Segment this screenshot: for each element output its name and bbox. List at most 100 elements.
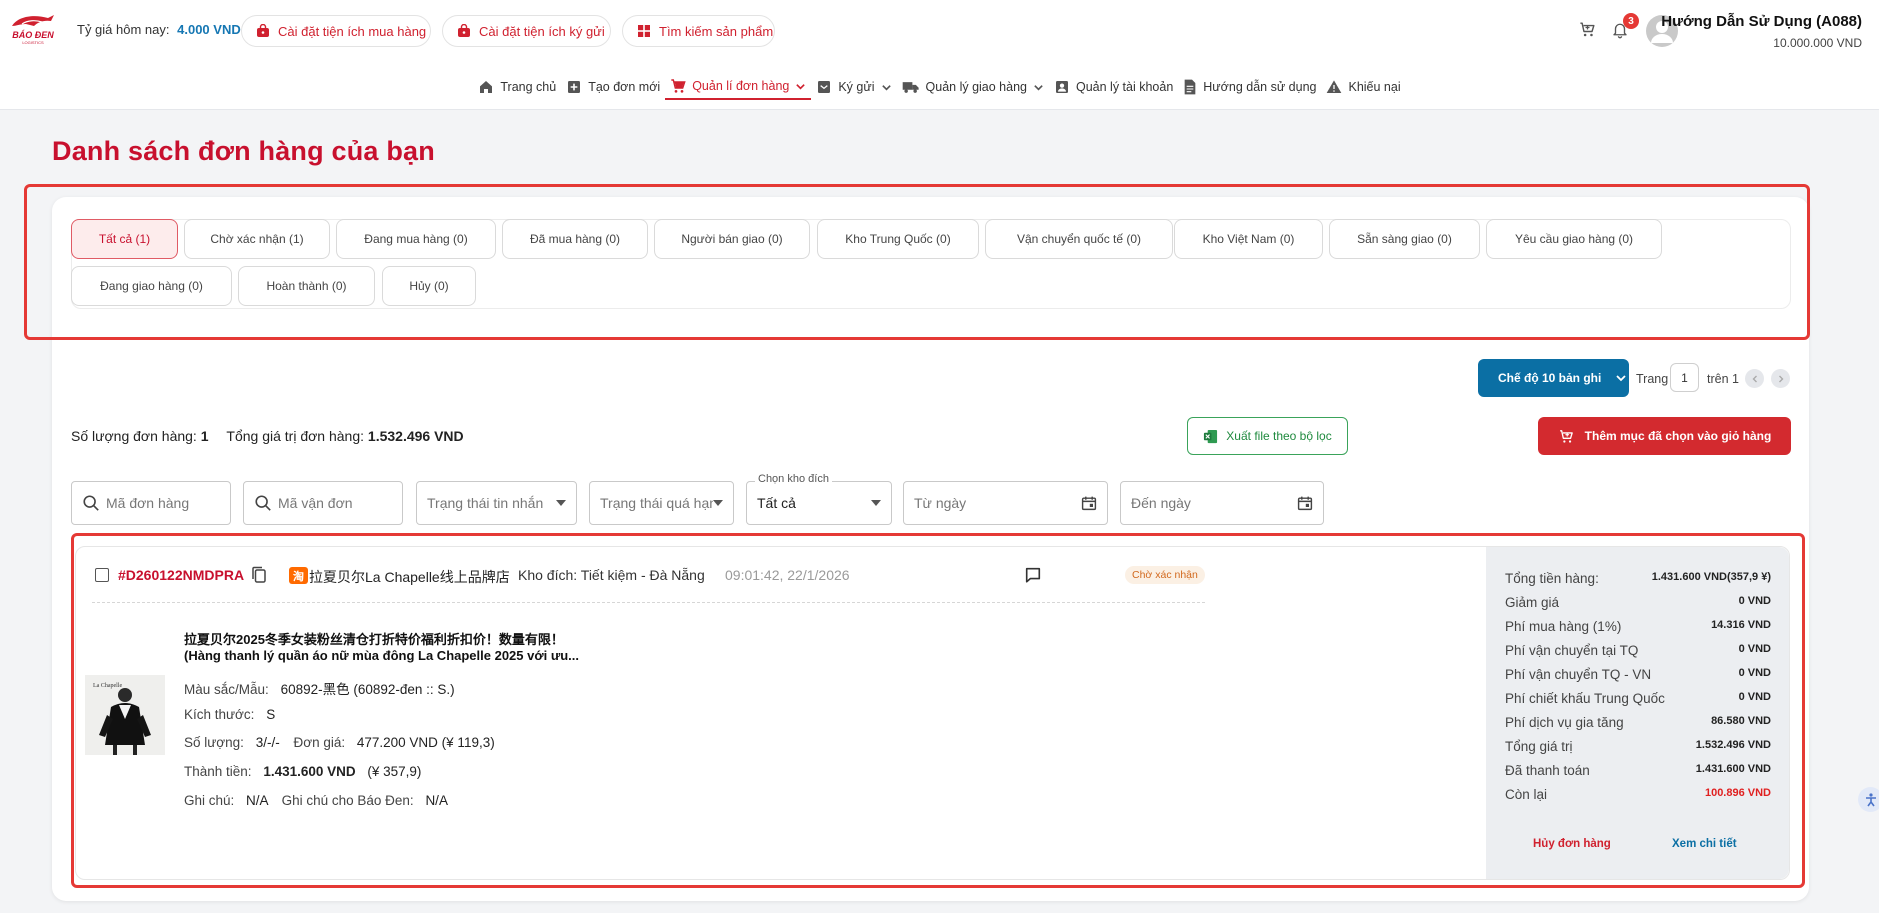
product-notes-row: Ghi chú: N/A Ghi chú cho Báo Đen: N/A: [184, 793, 448, 808]
overdue-status-select[interactable]: Trạng thái quá hạn: [589, 481, 734, 525]
chat-icon[interactable]: [1024, 566, 1042, 584]
note-bd-label: Ghi chú cho Báo Đen:: [281, 793, 414, 808]
tab-vietnam-warehouse[interactable]: Kho Việt Nam (0): [1174, 219, 1323, 259]
product-unit-price-label: Đơn giá:: [293, 735, 346, 750]
svg-text:BÁO ĐEN: BÁO ĐEN: [12, 30, 54, 40]
destination-warehouse-select[interactable]: Tất cả: [746, 481, 892, 525]
nav-delivery-management-label: Quản lý giao hàng: [925, 80, 1027, 94]
accessibility-icon[interactable]: [1858, 787, 1879, 812]
order-total-label: Tổng giá trị đơn hàng:: [226, 428, 365, 444]
view-detail-button[interactable]: Xem chi tiết: [1672, 838, 1737, 850]
product-subtotal-cny: (¥ 357,9): [367, 764, 422, 779]
to-date-field[interactable]: Đến ngày: [1120, 481, 1324, 525]
order-code-search-field[interactable]: Mã đơn hàng: [71, 481, 231, 525]
export-file-button[interactable]: Xuất file theo bộ lọc: [1187, 417, 1348, 455]
order-id[interactable]: #D260122NMDPRA: [118, 567, 244, 583]
caret-down-icon: [871, 500, 881, 506]
tab-purchased[interactable]: Đã mua hàng (0): [502, 219, 648, 259]
tracking-code-search-field[interactable]: Mã vận đơn: [243, 481, 403, 525]
fee-value: 100.896 VND: [1704, 787, 1771, 799]
note-label: Ghi chú:: [184, 793, 235, 808]
shopping-bag-icon: [257, 24, 269, 37]
tab-ready-to-deliver[interactable]: Sẵn sàng giao (0): [1329, 219, 1480, 259]
fee-label: Phí vận chuyển TQ - VN: [1505, 667, 1652, 682]
prev-page-button[interactable]: [1745, 369, 1764, 388]
nav-home[interactable]: Trang chủ: [473, 72, 561, 100]
nav-user-guide[interactable]: Hướng dẫn sử dụng: [1178, 72, 1321, 100]
product-image[interactable]: La Chapelle: [85, 675, 165, 755]
tab-cancelled[interactable]: Hủy (0): [382, 266, 476, 306]
product-color-row: Màu sắc/Mẫu: 60892-黑色 (60892-đen :: S.): [184, 678, 455, 698]
product-title-vi: (Hàng thanh lý quần áo nữ mùa đông La Ch…: [184, 648, 580, 663]
tab-awaiting-confirmation[interactable]: Chờ xác nhận (1): [184, 219, 330, 259]
install-purchase-extension-label: Cài đặt tiện ích mua hàng: [278, 23, 427, 39]
nav-deposit[interactable]: Ký gửi: [811, 72, 896, 100]
add-selected-to-cart-button[interactable]: Thêm mục đã chọn vào giỏ hàng: [1538, 417, 1791, 455]
message-status-select[interactable]: Trạng thái tin nhắn: [416, 481, 577, 525]
tab-purchasing[interactable]: Đang mua hàng (0): [336, 219, 496, 259]
cart-icon[interactable]: [1578, 20, 1597, 39]
product-size-label: Kích thước:: [184, 707, 255, 722]
taobao-icon: 淘: [289, 567, 308, 584]
tab-seller-delivered[interactable]: Người bán giao (0): [654, 219, 810, 259]
nav-complaints-label: Khiếu nại: [1348, 80, 1401, 94]
product-title[interactable]: 拉夏贝尔2025冬季女装粉丝清仓打折特价福利折扣价！数量有限！ (Hàng th…: [184, 632, 604, 664]
destination-warehouse: Kho đích: Tiết kiệm - Đà Nẵng: [518, 567, 705, 583]
records-mode-select[interactable]: Chế độ 10 bản ghi: [1478, 359, 1629, 397]
fee-label: Còn lại: [1505, 787, 1548, 802]
fee-row: Phí mua hàng (1%) 14.316 VND: [1505, 619, 1771, 634]
fee-label: Phí mua hàng (1%): [1505, 619, 1622, 634]
product-title-cn: 拉夏贝尔2025冬季女装粉丝清仓打折特价福利折扣价！数量有限！: [184, 632, 564, 647]
search-product-button[interactable]: Tìm kiếm sản phẩm: [622, 15, 775, 47]
product-quantity-value: 3/-/-: [255, 735, 280, 750]
install-deposit-extension-button[interactable]: Cài đặt tiện ích ký gửi: [442, 15, 611, 47]
fee-row: Tổng giá trị 1.532.496 VND: [1505, 739, 1771, 754]
fee-label: Phí chiết khấu Trung Quốc: [1505, 691, 1665, 706]
fee-value: 1.431.600 VND: [1695, 763, 1771, 775]
nav-account-management-label: Quản lý tài khoản: [1075, 80, 1174, 94]
nav-deposit-label: Ký gửi: [838, 80, 875, 94]
product-size-value: S: [266, 707, 276, 722]
shopping-bag-icon: [458, 24, 470, 37]
nav-create-order[interactable]: Tạo đơn mới: [561, 72, 665, 100]
order-select-checkbox[interactable]: [95, 568, 109, 582]
user-name[interactable]: Hướng Dẫn Sử Dụng (A088): [1661, 13, 1862, 30]
tab-delivering[interactable]: Đang giao hàng (0): [71, 266, 232, 306]
tab-completed[interactable]: Hoàn thành (0): [238, 266, 375, 306]
bao-den-logo[interactable]: BÁO ĐEN LOGISTICS: [8, 12, 58, 46]
tab-china-warehouse[interactable]: Kho Trung Quốc (0): [817, 219, 979, 259]
nav-complaints[interactable]: Khiếu nại: [1321, 72, 1405, 100]
tab-delivery-request[interactable]: Yêu cầu giao hàng (0): [1486, 219, 1662, 259]
install-purchase-extension-button[interactable]: Cài đặt tiện ích mua hàng: [241, 15, 431, 47]
product-color-value: 60892-黑色 (60892-đen :: S.): [280, 682, 455, 697]
product-image-brand: La Chapelle: [93, 683, 122, 689]
fee-value: 0 VND: [1738, 643, 1771, 655]
calendar-icon[interactable]: [1297, 495, 1313, 511]
fee-label: Tổng giá trị: [1505, 739, 1573, 754]
nav-account-management[interactable]: Quản lý tài khoản: [1049, 72, 1178, 100]
page-title: Danh sách đơn hàng của bạn: [52, 136, 435, 166]
cancel-order-button[interactable]: Hủy đơn hàng: [1533, 838, 1611, 850]
order-count-label: Số lượng đơn hàng:: [71, 428, 197, 444]
shop-name[interactable]: 拉夏贝尔La Chapelle线上品牌店: [309, 567, 510, 587]
exchange-rate-label: Tỷ giá hôm nay:: [77, 22, 170, 37]
nav-order-management[interactable]: Quản lí đơn hàng: [665, 72, 812, 100]
notification-count-badge: 3: [1623, 13, 1639, 29]
order-header-divider: [92, 602, 1205, 603]
svg-text:LOGISTICS: LOGISTICS: [22, 40, 44, 45]
copy-icon[interactable]: [251, 566, 267, 584]
calendar-icon[interactable]: [1081, 495, 1097, 511]
next-page-button[interactable]: [1771, 369, 1790, 388]
nav-home-label: Trang chủ: [500, 80, 557, 94]
nav-delivery-management[interactable]: Quản lý giao hàng: [897, 72, 1049, 100]
destination-warehouse-value: Tất cả: [757, 495, 796, 511]
product-color-label: Màu sắc/Mẫu:: [184, 682, 269, 697]
tab-international-shipping[interactable]: Vận chuyển quốc tế (0): [985, 219, 1173, 259]
page-number-input[interactable]: 1: [1670, 363, 1699, 392]
overdue-status-placeholder: Trạng thái quá hạn: [600, 495, 713, 511]
product-quantity-label: Số lượng:: [184, 735, 244, 750]
tab-all[interactable]: Tất cả (1): [71, 219, 178, 259]
order-status-badge: Chờ xác nhận: [1125, 566, 1205, 584]
main-navigation: Trang chủ Tạo đơn mới Quản lí đơn hàng K…: [0, 72, 1879, 100]
from-date-field[interactable]: Từ ngày: [903, 481, 1108, 525]
